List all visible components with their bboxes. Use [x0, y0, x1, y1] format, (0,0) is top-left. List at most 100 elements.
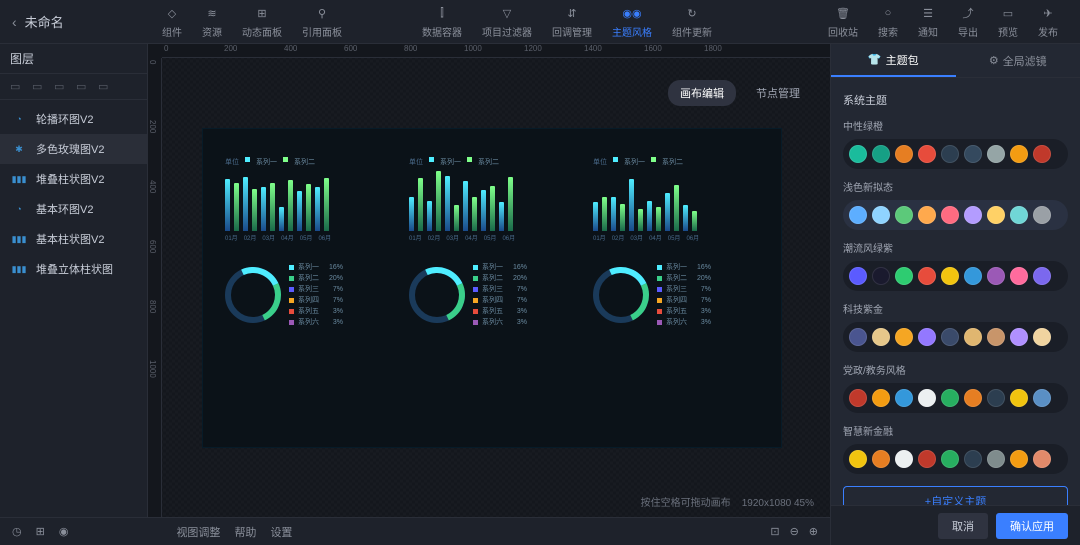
- theme-swatch-row[interactable]: [843, 261, 1068, 291]
- tool-ref-panel[interactable]: ⚲引用面板: [292, 0, 352, 43]
- color-swatch[interactable]: [964, 145, 982, 163]
- theme-swatch-row[interactable]: [843, 200, 1068, 230]
- layer-item[interactable]: ✱多色玫瑰图V2: [0, 134, 147, 164]
- color-swatch[interactable]: [964, 267, 982, 285]
- layer-item[interactable]: ▮▮▮堆叠柱状图V2: [0, 164, 147, 194]
- theme-swatch-row[interactable]: [843, 444, 1068, 474]
- layer-tool-icon[interactable]: ▭: [54, 80, 68, 94]
- color-swatch[interactable]: [918, 145, 936, 163]
- theme-swatch-row[interactable]: [843, 322, 1068, 352]
- layer-tool-icon[interactable]: ▭: [32, 80, 46, 94]
- color-swatch[interactable]: [941, 328, 959, 346]
- color-swatch[interactable]: [1033, 206, 1051, 224]
- tool-notify[interactable]: ☰通知: [908, 0, 948, 43]
- layer-tool-icon[interactable]: ▭: [10, 80, 24, 94]
- color-swatch[interactable]: [918, 206, 936, 224]
- tool-item-filter[interactable]: ▽项目过滤器: [472, 0, 542, 43]
- color-swatch[interactable]: [895, 206, 913, 224]
- color-swatch[interactable]: [941, 206, 959, 224]
- layer-tool-icon[interactable]: ▭: [98, 80, 112, 94]
- color-swatch[interactable]: [987, 450, 1005, 468]
- color-swatch[interactable]: [872, 267, 890, 285]
- color-swatch[interactable]: [1033, 450, 1051, 468]
- color-swatch[interactable]: [849, 389, 867, 407]
- layer-tool-icon[interactable]: ▭: [76, 80, 90, 94]
- color-swatch[interactable]: [872, 389, 890, 407]
- color-swatch[interactable]: [918, 267, 936, 285]
- color-swatch[interactable]: [1010, 267, 1028, 285]
- zoom-fit-icon[interactable]: ⊡: [770, 525, 779, 538]
- tool-components[interactable]: ◇组件: [152, 0, 192, 43]
- color-swatch[interactable]: [1010, 206, 1028, 224]
- color-swatch[interactable]: [1010, 145, 1028, 163]
- color-swatch[interactable]: [941, 267, 959, 285]
- color-swatch[interactable]: [895, 328, 913, 346]
- tool-callback-mgmt[interactable]: ⇵回调管理: [542, 0, 602, 43]
- canvas-edit-button[interactable]: 画布编辑: [668, 80, 736, 106]
- color-swatch[interactable]: [895, 389, 913, 407]
- color-swatch[interactable]: [895, 267, 913, 285]
- color-swatch[interactable]: [872, 206, 890, 224]
- tab-theme-pack[interactable]: 👕 主题包: [831, 44, 956, 77]
- view-adjust-button[interactable]: 视图调整: [176, 524, 220, 540]
- color-swatch[interactable]: [1033, 267, 1051, 285]
- zoom-in-icon[interactable]: ⊕: [809, 525, 818, 538]
- confirm-apply-button[interactable]: 确认应用: [996, 513, 1068, 539]
- layer-item[interactable]: ◔基本环图V2: [0, 194, 147, 224]
- tab-global-filter[interactable]: ⚙ 全局滤镜: [956, 44, 1080, 77]
- tool-resource[interactable]: ≋资源: [192, 0, 232, 43]
- color-swatch[interactable]: [918, 389, 936, 407]
- color-swatch[interactable]: [964, 389, 982, 407]
- color-swatch[interactable]: [849, 450, 867, 468]
- tool-publish[interactable]: ✈发布: [1028, 0, 1068, 43]
- color-swatch[interactable]: [918, 450, 936, 468]
- color-swatch[interactable]: [987, 206, 1005, 224]
- color-swatch[interactable]: [987, 328, 1005, 346]
- node-manage-button[interactable]: 节点管理: [744, 80, 812, 106]
- color-swatch[interactable]: [941, 450, 959, 468]
- color-swatch[interactable]: [849, 267, 867, 285]
- color-swatch[interactable]: [849, 328, 867, 346]
- color-swatch[interactable]: [987, 267, 1005, 285]
- help-button[interactable]: 帮助: [234, 524, 256, 540]
- bottom-icon[interactable]: ⊞: [36, 525, 45, 538]
- layer-item[interactable]: ▮▮▮基本柱状图V2: [0, 224, 147, 254]
- back-button[interactable]: ‹: [12, 14, 17, 30]
- color-swatch[interactable]: [872, 328, 890, 346]
- color-swatch[interactable]: [849, 206, 867, 224]
- color-swatch[interactable]: [1033, 145, 1051, 163]
- color-swatch[interactable]: [1033, 389, 1051, 407]
- color-swatch[interactable]: [964, 450, 982, 468]
- layer-item[interactable]: ▮▮▮堆叠立体柱状图: [0, 254, 147, 284]
- color-swatch[interactable]: [1010, 328, 1028, 346]
- color-swatch[interactable]: [895, 145, 913, 163]
- tool-search[interactable]: ○搜索: [868, 0, 908, 43]
- color-swatch[interactable]: [987, 389, 1005, 407]
- color-swatch[interactable]: [1033, 328, 1051, 346]
- bottom-icon[interactable]: ◷: [12, 525, 22, 538]
- layer-item[interactable]: ◔轮播环图V2: [0, 104, 147, 134]
- bottom-icon[interactable]: ◉: [59, 525, 69, 538]
- tool-data-container[interactable]: ⫿数据容器: [412, 0, 472, 43]
- tool-theme-style[interactable]: ◉◉主题风格: [602, 0, 662, 43]
- tool-dynamic-panel[interactable]: ⊞动态面板: [232, 0, 292, 43]
- color-swatch[interactable]: [964, 206, 982, 224]
- color-swatch[interactable]: [987, 145, 1005, 163]
- tool-export[interactable]: ⤴导出: [948, 0, 988, 43]
- color-swatch[interactable]: [872, 450, 890, 468]
- cancel-button[interactable]: 取消: [938, 513, 988, 539]
- color-swatch[interactable]: [1010, 450, 1028, 468]
- color-swatch[interactable]: [1010, 389, 1028, 407]
- theme-swatch-row[interactable]: [843, 383, 1068, 413]
- tool-component-update[interactable]: ↻组件更新: [662, 0, 722, 43]
- color-swatch[interactable]: [918, 328, 936, 346]
- tool-preview[interactable]: ▭预览: [988, 0, 1028, 43]
- color-swatch[interactable]: [872, 145, 890, 163]
- color-swatch[interactable]: [964, 328, 982, 346]
- color-swatch[interactable]: [895, 450, 913, 468]
- tool-recycle[interactable]: 🗑回收站: [818, 0, 868, 43]
- custom-theme-button[interactable]: +自定义主题: [843, 486, 1068, 505]
- settings-button[interactable]: 设置: [270, 524, 292, 540]
- color-swatch[interactable]: [941, 389, 959, 407]
- theme-swatch-row[interactable]: [843, 139, 1068, 169]
